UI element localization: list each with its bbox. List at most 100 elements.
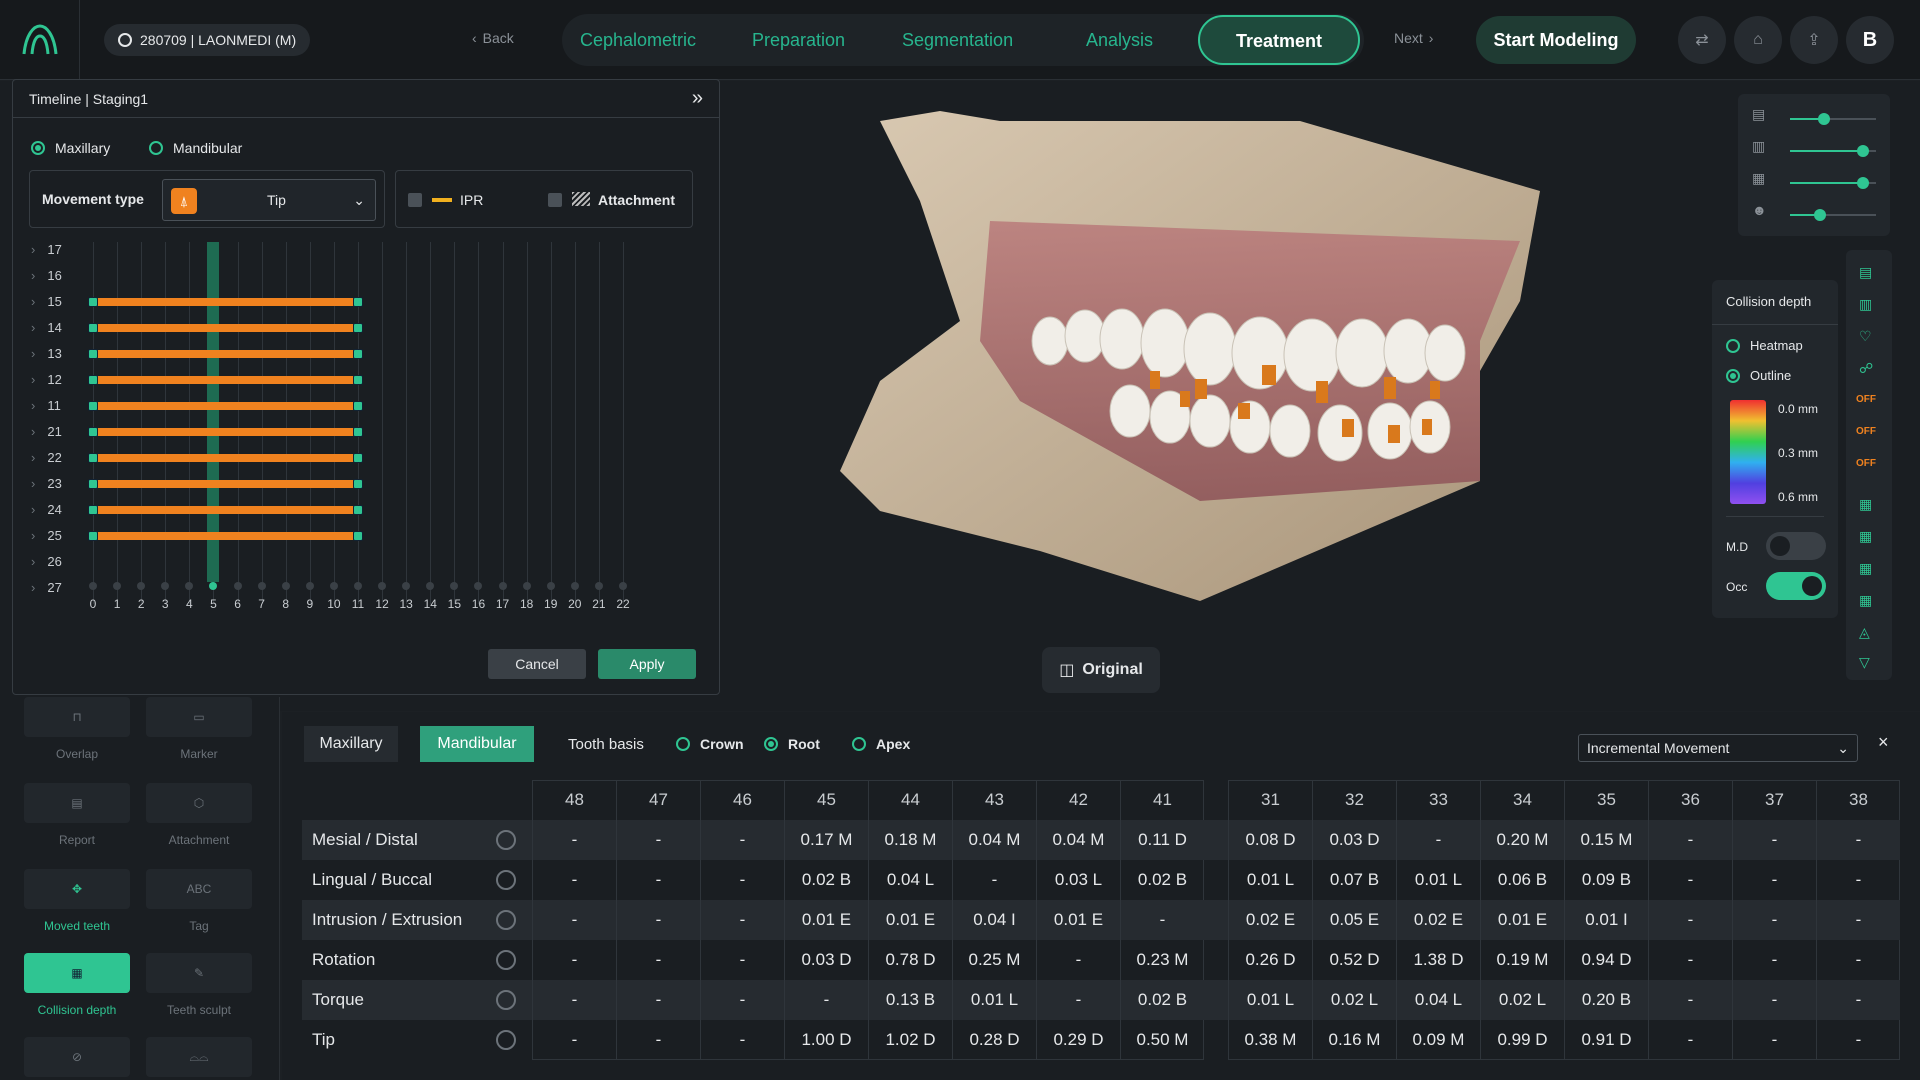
apply-button[interactable]: Apply bbox=[598, 649, 696, 679]
table-tab-mandibular[interactable]: Mandibular bbox=[420, 726, 534, 762]
bar-handle[interactable] bbox=[88, 479, 98, 489]
stage-marker[interactable] bbox=[113, 582, 122, 590]
stage-marker[interactable] bbox=[161, 582, 170, 590]
bar-handle[interactable] bbox=[88, 453, 98, 463]
tooth-row-label[interactable]: › 16 bbox=[31, 268, 62, 283]
stage-marker[interactable] bbox=[209, 582, 218, 590]
table-tab-maxillary[interactable]: Maxillary bbox=[304, 726, 398, 762]
tooth-row-label[interactable]: › 26 bbox=[31, 554, 62, 569]
stage-marker[interactable] bbox=[426, 582, 435, 590]
bar-handle[interactable] bbox=[88, 531, 98, 541]
upper-arch-view-icon[interactable]: ▤ bbox=[1859, 264, 1872, 281]
export-button[interactable]: ⇪ bbox=[1790, 16, 1838, 64]
collapse-icon[interactable]: » bbox=[692, 87, 703, 110]
stage-marker[interactable] bbox=[257, 582, 266, 590]
stage-marker[interactable] bbox=[137, 582, 146, 590]
stage-marker[interactable] bbox=[378, 582, 387, 590]
tooth-row-label[interactable]: › 11 bbox=[31, 398, 61, 413]
bar-handle[interactable] bbox=[353, 401, 363, 411]
right-view-icon[interactable]: ▦ bbox=[1859, 592, 1872, 609]
tool-extra-1[interactable]: ⊘ bbox=[24, 1037, 130, 1080]
slider-knob[interactable] bbox=[1857, 145, 1870, 157]
stage-marker[interactable] bbox=[546, 582, 555, 590]
back-button[interactable]: ‹ Back bbox=[472, 30, 514, 46]
stage-grid[interactable]: 0 1 2 3 4 5 6 7 8 9 10 11 12 13 14 15 16 17 18 19 20 21 22 bbox=[88, 242, 695, 611]
off-badge-1[interactable]: OFF bbox=[1856, 394, 1876, 405]
lower-arch-view-icon[interactable]: ▥ bbox=[1859, 296, 1872, 313]
stage-marker[interactable] bbox=[354, 582, 362, 590]
skull-opacity-slider[interactable] bbox=[1790, 209, 1876, 221]
stage-marker[interactable] bbox=[619, 582, 627, 590]
movement-mode-select[interactable]: Incremental Movement ⌄ bbox=[1578, 734, 1858, 762]
stage-marker[interactable] bbox=[450, 582, 459, 590]
occ-toggle[interactable] bbox=[1766, 572, 1826, 600]
tooth-row-label[interactable]: › 12 bbox=[31, 372, 62, 387]
user-avatar[interactable]: B bbox=[1846, 16, 1894, 64]
movement-type-select[interactable]: ⍋ Tip ⌄ bbox=[162, 179, 376, 221]
tool-report[interactable]: ▤ Report bbox=[24, 783, 130, 847]
bar-handle[interactable] bbox=[88, 349, 98, 359]
tooth-row-label[interactable]: › 24 bbox=[31, 502, 62, 517]
current-stage-indicator[interactable] bbox=[207, 242, 220, 582]
movement-bar[interactable] bbox=[93, 324, 358, 332]
tooth-row-label[interactable]: › 14 bbox=[31, 320, 62, 335]
bar-handle[interactable] bbox=[88, 297, 98, 307]
md-toggle[interactable] bbox=[1766, 532, 1826, 560]
bar-handle[interactable] bbox=[88, 505, 98, 515]
tooth-view-icon[interactable]: ♡ bbox=[1859, 328, 1872, 345]
arch-radio-mandibular[interactable]: Mandibular bbox=[149, 140, 242, 156]
movement-bar[interactable] bbox=[93, 480, 358, 488]
upper-teeth-opacity-slider[interactable] bbox=[1790, 145, 1876, 157]
stage-marker[interactable] bbox=[594, 582, 603, 590]
basis-radio-crown[interactable]: Crown bbox=[676, 736, 744, 752]
bar-handle[interactable] bbox=[353, 531, 363, 541]
tooth-row-label[interactable]: › 22 bbox=[31, 450, 62, 465]
movement-bar[interactable] bbox=[93, 376, 358, 384]
tab-analysis[interactable]: Analysis bbox=[1086, 14, 1153, 66]
tool-tag[interactable]: ABC Tag bbox=[146, 869, 252, 933]
tab-preparation[interactable]: Preparation bbox=[752, 14, 845, 66]
front-view-icon[interactable]: ▦ bbox=[1859, 496, 1872, 513]
back-view-icon[interactable]: ▦ bbox=[1859, 528, 1872, 545]
tool-marker[interactable]: ▭ Marker bbox=[146, 697, 252, 761]
tooth-row-label[interactable]: › 27 bbox=[31, 580, 62, 595]
movement-bar[interactable] bbox=[93, 402, 358, 410]
bar-handle[interactable] bbox=[353, 479, 363, 489]
off-badge-3[interactable]: OFF bbox=[1856, 458, 1876, 469]
tooth-row-label[interactable]: › 23 bbox=[31, 476, 62, 491]
stage-marker[interactable] bbox=[281, 582, 290, 590]
ipr-checkbox[interactable] bbox=[408, 193, 422, 207]
slider-knob[interactable] bbox=[1814, 209, 1827, 221]
tooth-row-label[interactable]: › 21 bbox=[31, 424, 62, 439]
stage-marker[interactable] bbox=[185, 582, 194, 590]
bar-handle[interactable] bbox=[353, 323, 363, 333]
movement-bar[interactable] bbox=[93, 454, 358, 462]
tool-moved-teeth[interactable]: ✥ Moved teeth bbox=[24, 869, 130, 933]
bar-handle[interactable] bbox=[88, 323, 98, 333]
patient-chip[interactable]: 280709 | LAONMEDI (M) bbox=[104, 24, 311, 56]
stage-marker[interactable] bbox=[89, 582, 97, 590]
stage-marker[interactable] bbox=[233, 582, 242, 590]
crown-view-icon[interactable]: ☍ bbox=[1859, 360, 1873, 377]
stage-marker[interactable] bbox=[402, 582, 411, 590]
close-icon[interactable]: × bbox=[1878, 732, 1889, 753]
outline-radio[interactable]: Outline bbox=[1726, 368, 1791, 383]
home-button[interactable]: ⌂ bbox=[1734, 16, 1782, 64]
bottom-view-icon[interactable]: ▽ bbox=[1859, 654, 1870, 671]
movement-bar[interactable] bbox=[93, 428, 358, 436]
bar-handle[interactable] bbox=[88, 427, 98, 437]
movement-bar[interactable] bbox=[93, 350, 358, 358]
stage-marker[interactable] bbox=[522, 582, 531, 590]
tab-treatment[interactable]: Treatment bbox=[1198, 15, 1360, 65]
bar-handle[interactable] bbox=[88, 375, 98, 385]
stage-marker[interactable] bbox=[329, 582, 338, 590]
bar-handle[interactable] bbox=[353, 349, 363, 359]
stage-marker[interactable] bbox=[570, 582, 579, 590]
tool-extra-2[interactable]: ⌓⌓ bbox=[146, 1037, 252, 1080]
stage-marker[interactable] bbox=[305, 582, 314, 590]
basis-radio-apex[interactable]: Apex bbox=[852, 736, 910, 752]
bar-handle[interactable] bbox=[88, 401, 98, 411]
off-badge-2[interactable]: OFF bbox=[1856, 426, 1876, 437]
tooth-row-label[interactable]: › 15 bbox=[31, 294, 62, 309]
tooth-row-label[interactable]: › 25 bbox=[31, 528, 62, 543]
